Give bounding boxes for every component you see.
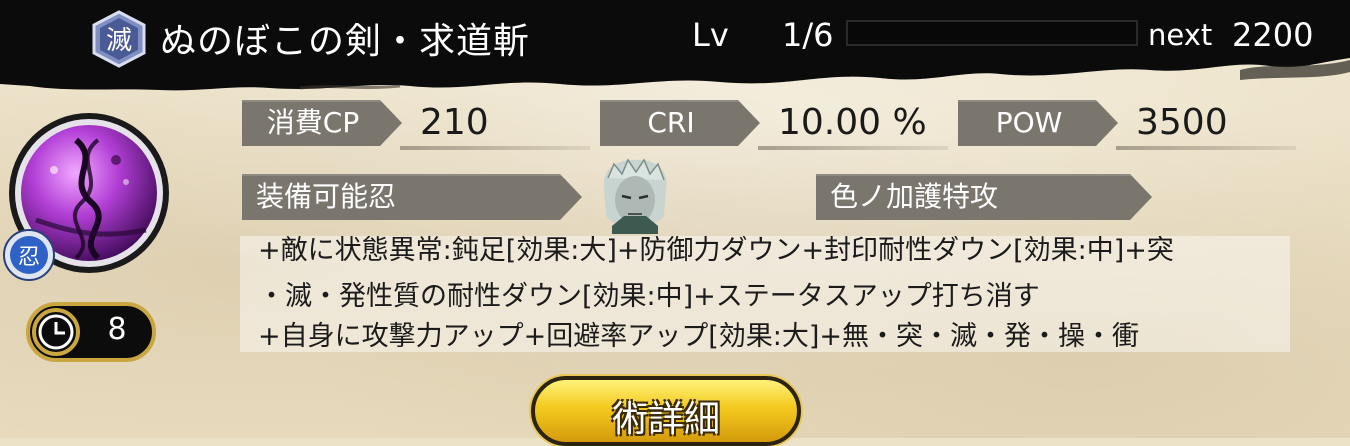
cri-underline: [758, 146, 948, 150]
svg-text:滅: 滅: [106, 26, 132, 56]
level-value: 1/6: [782, 16, 834, 54]
equippable-ninja-tag: 装備可能忍: [242, 174, 582, 220]
level-label: Lv: [692, 16, 729, 54]
skill-detail-button[interactable]: 術詳細: [531, 376, 801, 446]
next-exp-value: 2200: [1232, 16, 1314, 54]
next-label: next: [1148, 18, 1213, 52]
pow-tag: POW: [958, 100, 1118, 146]
pow-underline: [1116, 146, 1296, 150]
ninja-type-badge-icon: 忍: [3, 229, 55, 281]
cp-cost-value: 210: [420, 102, 489, 143]
svg-text:忍: 忍: [18, 245, 40, 270]
skill-description: +敵に状態異常:鈍足[効果:大]+防御力ダウン+封印耐性ダウン[効果:中]+突 …: [240, 236, 1290, 352]
cp-cost-tag: 消費CP: [242, 100, 402, 146]
skill-detail-label: 術詳細: [611, 399, 720, 440]
exp-progress-bar: [846, 20, 1138, 46]
skill-title: ぬのぼこの剣・求道斬: [160, 21, 531, 62]
pow-value: 3500: [1136, 102, 1228, 143]
cri-value: 10.00 %: [778, 102, 927, 143]
description-line: +自身に攻撃力アップ+回避率アップ[効果:大]+無・突・滅・発・操・衝: [258, 321, 1140, 352]
description-line: ・滅・発性質の耐性ダウン[効果:中]+ステータスアップ打ち消す: [258, 281, 1040, 312]
cp-underline: [400, 146, 590, 150]
cooldown-value: 8: [107, 312, 127, 347]
cri-tag: CRI: [600, 100, 760, 146]
clock-icon: [32, 308, 80, 356]
element-badge-icon: 滅: [92, 10, 146, 68]
description-line: +敵に状態異常:鈍足[効果:大]+防御力ダウン+封印耐性ダウン[効果:中]+突: [258, 236, 1174, 266]
color-bonus-tag: 色ノ加護特攻: [816, 174, 1152, 220]
ninja-portrait-icon[interactable]: [594, 156, 676, 234]
